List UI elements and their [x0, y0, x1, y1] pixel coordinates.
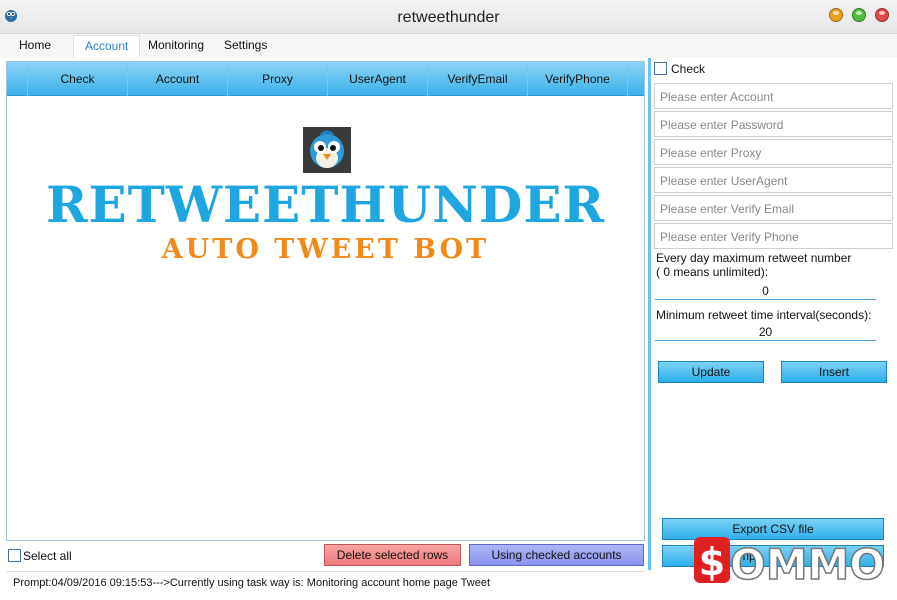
use-checked-accounts-button[interactable]: Using checked accounts [469, 544, 644, 566]
column-proxy[interactable]: Proxy [227, 62, 327, 96]
account-field[interactable]: Please enter Account [654, 83, 893, 109]
proxy-field[interactable]: Please enter Proxy [654, 139, 893, 165]
tab-home[interactable]: Home [19, 38, 51, 52]
column-check[interactable]: Check [27, 62, 127, 96]
update-button[interactable]: Update [658, 361, 764, 383]
minimize-button[interactable] [829, 8, 843, 22]
window-title: retweethunder [397, 9, 500, 26]
check-label: Check [671, 61, 706, 76]
watermark-text: OMMO [730, 540, 885, 589]
column-verifyphone[interactable]: VerifyPhone [527, 62, 627, 96]
account-form-panel: Check Please enter Account Please enter … [652, 58, 897, 570]
column-filler [627, 62, 644, 96]
max-retweet-input[interactable]: 0 [655, 283, 876, 300]
select-all-label: Select all [23, 548, 72, 563]
svg-text:$: $ [699, 540, 725, 584]
verify-email-field[interactable]: Please enter Verify Email [654, 195, 893, 221]
watermark-logo: $ OMMO [694, 537, 886, 589]
select-all-checkbox[interactable] [8, 549, 21, 563]
column-useragent[interactable]: UserAgent [327, 62, 427, 96]
insert-button[interactable]: Insert [781, 361, 887, 383]
tab-settings[interactable]: Settings [224, 38, 267, 52]
title-bar: retweethunder [0, 0, 897, 34]
column-verifyemail[interactable]: VerifyEmail [427, 62, 527, 96]
panel-splitter[interactable] [648, 58, 651, 570]
select-all-toggle[interactable]: Select all [8, 548, 72, 563]
column-account[interactable]: Account [127, 62, 227, 96]
interval-input[interactable]: 20 [655, 324, 876, 341]
verify-phone-field[interactable]: Please enter Verify Phone [654, 223, 893, 249]
status-bar: Prompt:04/09/2016 09:15:53--->Currently … [6, 571, 645, 593]
grid-header: Check Account Proxy UserAgent VerifyEmai… [7, 62, 644, 96]
grid-actions-bar: Select all Delete selected rows Using ch… [6, 543, 645, 569]
tab-account[interactable]: Account [73, 35, 141, 57]
menu-bar: Home Account Monitoring Settings [0, 34, 897, 58]
row-header-corner [7, 62, 27, 96]
tab-monitoring[interactable]: Monitoring [148, 38, 204, 52]
max-retweet-hint: ( 0 means unlimited): [656, 265, 769, 279]
maximize-button[interactable] [852, 8, 866, 22]
delete-selected-rows-button[interactable]: Delete selected rows [324, 544, 461, 566]
password-field[interactable]: Please enter Password [654, 111, 893, 137]
close-button[interactable] [875, 8, 889, 22]
logo-title: RETWEETHUNDER [45, 175, 606, 234]
accounts-grid[interactable]: Check Account Proxy UserAgent VerifyEmai… [6, 61, 645, 541]
check-toggle[interactable]: Check [654, 61, 705, 76]
useragent-field[interactable]: Please enter UserAgent [654, 167, 893, 193]
logo-subtitle: AUTO TWEET BOT [161, 234, 490, 265]
bird-logo-icon [303, 127, 351, 173]
max-retweet-label: Every day maximum retweet number [656, 251, 852, 265]
check-checkbox[interactable] [654, 62, 667, 76]
interval-label: Minimum retweet time interval(seconds): [656, 308, 872, 322]
